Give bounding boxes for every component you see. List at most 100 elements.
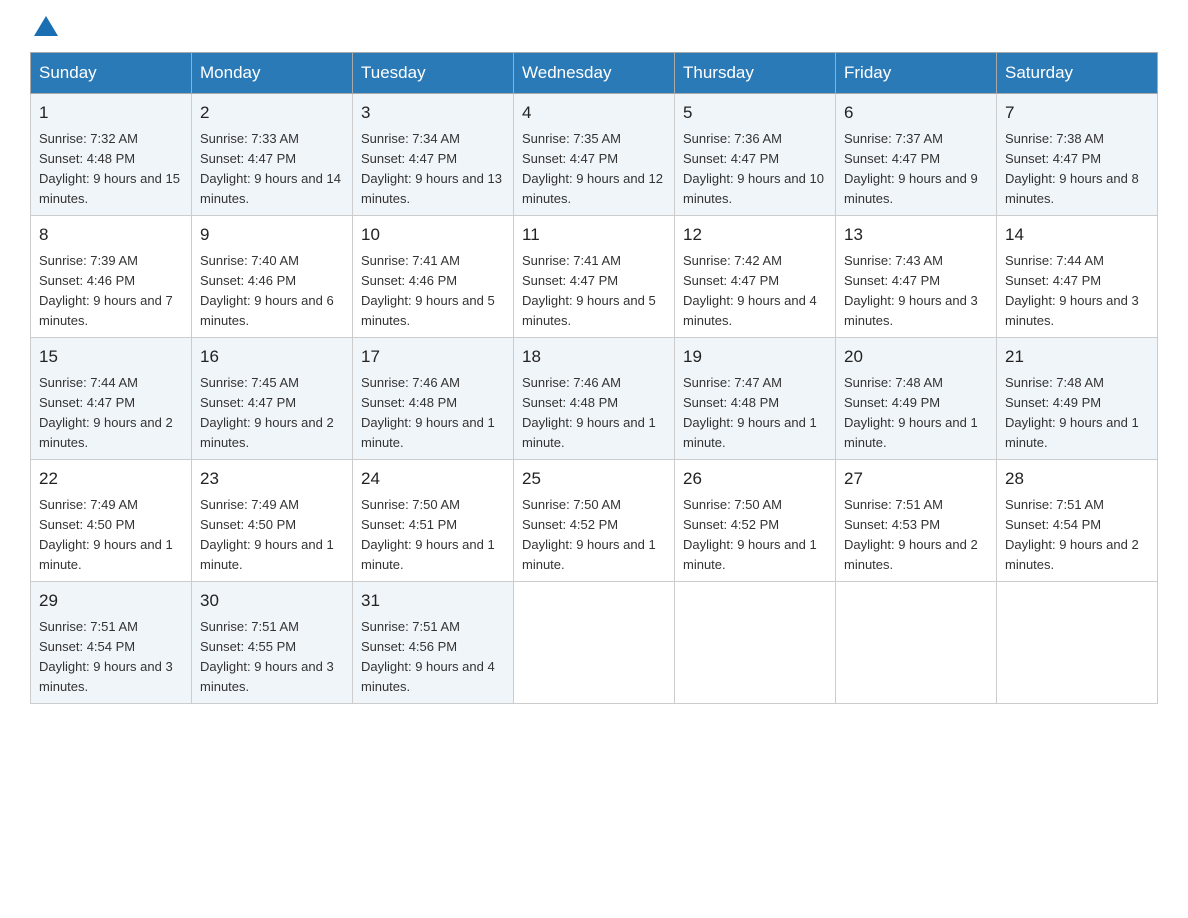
day-info: Sunrise: 7:39 AMSunset: 4:46 PMDaylight:… [39,253,173,328]
day-number: 11 [522,222,666,248]
day-info: Sunrise: 7:48 AMSunset: 4:49 PMDaylight:… [844,375,978,450]
calendar-cell: 22 Sunrise: 7:49 AMSunset: 4:50 PMDaylig… [31,460,192,582]
calendar-cell: 7 Sunrise: 7:38 AMSunset: 4:47 PMDayligh… [997,94,1158,216]
calendar-cell: 20 Sunrise: 7:48 AMSunset: 4:49 PMDaylig… [836,338,997,460]
logo [30,20,58,32]
day-info: Sunrise: 7:40 AMSunset: 4:46 PMDaylight:… [200,253,334,328]
calendar-cell: 9 Sunrise: 7:40 AMSunset: 4:46 PMDayligh… [192,216,353,338]
calendar-cell: 4 Sunrise: 7:35 AMSunset: 4:47 PMDayligh… [514,94,675,216]
calendar-header-thursday: Thursday [675,53,836,94]
day-info: Sunrise: 7:37 AMSunset: 4:47 PMDaylight:… [844,131,978,206]
page-header [30,20,1158,32]
calendar-cell [675,582,836,704]
calendar-header-row: SundayMondayTuesdayWednesdayThursdayFrid… [31,53,1158,94]
calendar-cell: 15 Sunrise: 7:44 AMSunset: 4:47 PMDaylig… [31,338,192,460]
calendar-cell [514,582,675,704]
calendar-header-friday: Friday [836,53,997,94]
day-number: 25 [522,466,666,492]
calendar-cell: 5 Sunrise: 7:36 AMSunset: 4:47 PMDayligh… [675,94,836,216]
day-info: Sunrise: 7:45 AMSunset: 4:47 PMDaylight:… [200,375,334,450]
calendar-week-row: 1 Sunrise: 7:32 AMSunset: 4:48 PMDayligh… [31,94,1158,216]
calendar-cell: 14 Sunrise: 7:44 AMSunset: 4:47 PMDaylig… [997,216,1158,338]
day-info: Sunrise: 7:44 AMSunset: 4:47 PMDaylight:… [39,375,173,450]
day-info: Sunrise: 7:48 AMSunset: 4:49 PMDaylight:… [1005,375,1139,450]
day-info: Sunrise: 7:35 AMSunset: 4:47 PMDaylight:… [522,131,663,206]
day-info: Sunrise: 7:51 AMSunset: 4:55 PMDaylight:… [200,619,334,694]
day-info: Sunrise: 7:47 AMSunset: 4:48 PMDaylight:… [683,375,817,450]
calendar-cell: 1 Sunrise: 7:32 AMSunset: 4:48 PMDayligh… [31,94,192,216]
day-info: Sunrise: 7:34 AMSunset: 4:47 PMDaylight:… [361,131,502,206]
calendar-cell: 2 Sunrise: 7:33 AMSunset: 4:47 PMDayligh… [192,94,353,216]
calendar-week-row: 15 Sunrise: 7:44 AMSunset: 4:47 PMDaylig… [31,338,1158,460]
calendar-cell: 18 Sunrise: 7:46 AMSunset: 4:48 PMDaylig… [514,338,675,460]
calendar-cell: 27 Sunrise: 7:51 AMSunset: 4:53 PMDaylig… [836,460,997,582]
day-number: 12 [683,222,827,248]
day-number: 16 [200,344,344,370]
day-info: Sunrise: 7:32 AMSunset: 4:48 PMDaylight:… [39,131,180,206]
calendar-cell: 26 Sunrise: 7:50 AMSunset: 4:52 PMDaylig… [675,460,836,582]
calendar-header-wednesday: Wednesday [514,53,675,94]
day-number: 26 [683,466,827,492]
day-number: 1 [39,100,183,126]
calendar-header-tuesday: Tuesday [353,53,514,94]
calendar-cell: 12 Sunrise: 7:42 AMSunset: 4:47 PMDaylig… [675,216,836,338]
calendar-cell: 8 Sunrise: 7:39 AMSunset: 4:46 PMDayligh… [31,216,192,338]
calendar-week-row: 8 Sunrise: 7:39 AMSunset: 4:46 PMDayligh… [31,216,1158,338]
day-number: 24 [361,466,505,492]
day-number: 17 [361,344,505,370]
calendar-cell: 3 Sunrise: 7:34 AMSunset: 4:47 PMDayligh… [353,94,514,216]
day-number: 4 [522,100,666,126]
day-info: Sunrise: 7:46 AMSunset: 4:48 PMDaylight:… [361,375,495,450]
calendar-cell: 29 Sunrise: 7:51 AMSunset: 4:54 PMDaylig… [31,582,192,704]
day-number: 20 [844,344,988,370]
calendar-cell: 13 Sunrise: 7:43 AMSunset: 4:47 PMDaylig… [836,216,997,338]
day-number: 9 [200,222,344,248]
logo-triangle-icon [34,16,58,36]
day-number: 3 [361,100,505,126]
day-info: Sunrise: 7:50 AMSunset: 4:51 PMDaylight:… [361,497,495,572]
day-info: Sunrise: 7:51 AMSunset: 4:54 PMDaylight:… [39,619,173,694]
day-info: Sunrise: 7:44 AMSunset: 4:47 PMDaylight:… [1005,253,1139,328]
day-number: 18 [522,344,666,370]
day-number: 14 [1005,222,1149,248]
calendar-cell: 25 Sunrise: 7:50 AMSunset: 4:52 PMDaylig… [514,460,675,582]
day-info: Sunrise: 7:51 AMSunset: 4:53 PMDaylight:… [844,497,978,572]
day-number: 6 [844,100,988,126]
day-info: Sunrise: 7:50 AMSunset: 4:52 PMDaylight:… [522,497,656,572]
day-number: 28 [1005,466,1149,492]
calendar-header-monday: Monday [192,53,353,94]
day-info: Sunrise: 7:49 AMSunset: 4:50 PMDaylight:… [200,497,334,572]
day-info: Sunrise: 7:33 AMSunset: 4:47 PMDaylight:… [200,131,341,206]
calendar-cell: 10 Sunrise: 7:41 AMSunset: 4:46 PMDaylig… [353,216,514,338]
day-number: 10 [361,222,505,248]
day-number: 19 [683,344,827,370]
calendar-table: SundayMondayTuesdayWednesdayThursdayFrid… [30,52,1158,704]
calendar-cell [997,582,1158,704]
calendar-cell: 11 Sunrise: 7:41 AMSunset: 4:47 PMDaylig… [514,216,675,338]
calendar-cell: 23 Sunrise: 7:49 AMSunset: 4:50 PMDaylig… [192,460,353,582]
calendar-header-sunday: Sunday [31,53,192,94]
day-info: Sunrise: 7:50 AMSunset: 4:52 PMDaylight:… [683,497,817,572]
day-info: Sunrise: 7:38 AMSunset: 4:47 PMDaylight:… [1005,131,1139,206]
calendar-cell: 19 Sunrise: 7:47 AMSunset: 4:48 PMDaylig… [675,338,836,460]
calendar-cell: 6 Sunrise: 7:37 AMSunset: 4:47 PMDayligh… [836,94,997,216]
day-info: Sunrise: 7:36 AMSunset: 4:47 PMDaylight:… [683,131,824,206]
calendar-cell: 17 Sunrise: 7:46 AMSunset: 4:48 PMDaylig… [353,338,514,460]
day-info: Sunrise: 7:46 AMSunset: 4:48 PMDaylight:… [522,375,656,450]
day-number: 15 [39,344,183,370]
day-info: Sunrise: 7:42 AMSunset: 4:47 PMDaylight:… [683,253,817,328]
day-number: 7 [1005,100,1149,126]
day-number: 29 [39,588,183,614]
day-number: 31 [361,588,505,614]
calendar-cell [836,582,997,704]
day-number: 13 [844,222,988,248]
calendar-week-row: 22 Sunrise: 7:49 AMSunset: 4:50 PMDaylig… [31,460,1158,582]
day-number: 8 [39,222,183,248]
day-info: Sunrise: 7:49 AMSunset: 4:50 PMDaylight:… [39,497,173,572]
day-info: Sunrise: 7:43 AMSunset: 4:47 PMDaylight:… [844,253,978,328]
day-number: 5 [683,100,827,126]
calendar-cell: 24 Sunrise: 7:50 AMSunset: 4:51 PMDaylig… [353,460,514,582]
day-number: 30 [200,588,344,614]
calendar-cell: 21 Sunrise: 7:48 AMSunset: 4:49 PMDaylig… [997,338,1158,460]
calendar-header-saturday: Saturday [997,53,1158,94]
